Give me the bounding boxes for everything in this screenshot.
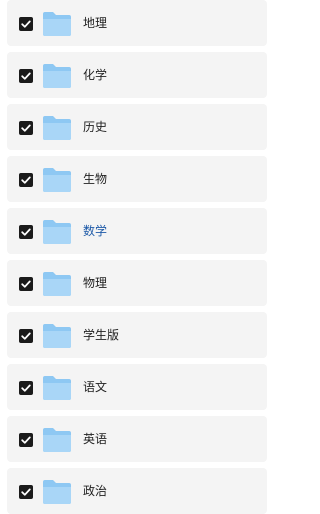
folder-icon [42, 269, 72, 297]
folder-row-dili[interactable]: 地理 [7, 0, 267, 46]
checkbox-checked-icon[interactable] [19, 329, 33, 343]
checkbox-checked-icon[interactable] [19, 485, 33, 499]
folder-icon [42, 477, 72, 505]
checkbox-checked-icon[interactable] [19, 173, 33, 187]
folder-row-huaxue[interactable]: 化学 [7, 52, 267, 98]
folder-label: 学生版 [83, 328, 120, 342]
folder-label: 生物 [83, 172, 108, 186]
folder-icon [42, 9, 72, 37]
folder-row-yingyu[interactable]: 英语 [7, 416, 267, 462]
checkbox-checked-icon[interactable] [19, 433, 33, 447]
checkbox-checked-icon[interactable] [19, 381, 33, 395]
folder-row-zhengzhi[interactable]: 政治 [7, 468, 267, 514]
checkbox-checked-icon[interactable] [19, 69, 33, 83]
folder-label: 化学 [83, 68, 108, 82]
folder-row-shengwu[interactable]: 生物 [7, 156, 267, 202]
checkbox-checked-icon[interactable] [19, 17, 33, 31]
folder-row-wuli[interactable]: 物理 [7, 260, 267, 306]
folder-icon [42, 165, 72, 193]
folder-row-lishi[interactable]: 历史 [7, 104, 267, 150]
folder-label: 物理 [83, 276, 108, 290]
folder-label: 英语 [83, 432, 108, 446]
folder-icon [42, 61, 72, 89]
folder-list: 地理 化学 历史 生物 数学 物理 学生版 语文 英语 政治 [0, 0, 267, 514]
folder-row-shuxue[interactable]: 数学 [7, 208, 267, 254]
checkbox-checked-icon[interactable] [19, 121, 33, 135]
checkbox-checked-icon[interactable] [19, 225, 33, 239]
folder-row-xueshengban[interactable]: 学生版 [7, 312, 267, 358]
folder-icon [42, 113, 72, 141]
folder-icon [42, 217, 72, 245]
folder-label: 地理 [83, 16, 108, 30]
folder-label: 数学 [83, 224, 108, 238]
folder-label: 政治 [83, 484, 108, 498]
folder-icon [42, 321, 72, 349]
folder-label: 历史 [83, 120, 108, 134]
checkbox-checked-icon[interactable] [19, 277, 33, 291]
folder-icon [42, 425, 72, 453]
folder-row-yuwen[interactable]: 语文 [7, 364, 267, 410]
folder-label: 语文 [83, 380, 108, 394]
folder-icon [42, 373, 72, 401]
